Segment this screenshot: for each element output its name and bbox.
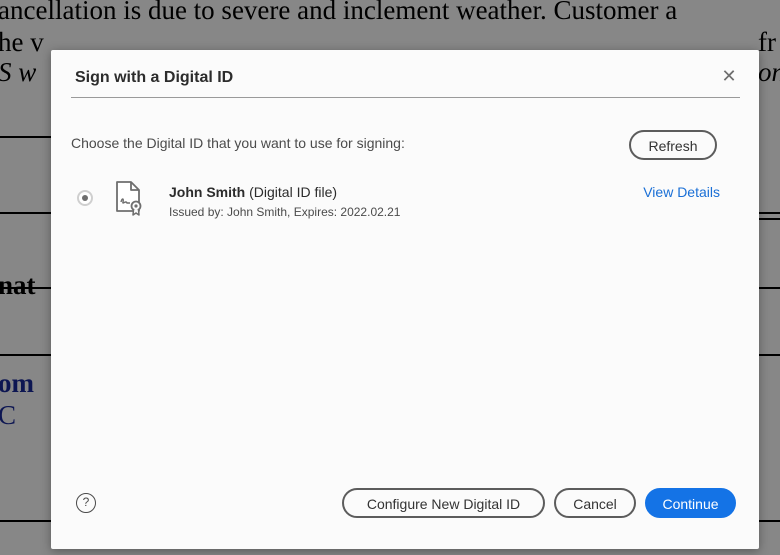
sign-digital-id-dialog: Sign with a Digital ID ✕ Choose the Digi… bbox=[51, 50, 759, 549]
refresh-button[interactable]: Refresh bbox=[629, 130, 717, 160]
digital-id-name: John Smith bbox=[169, 184, 246, 200]
title-divider bbox=[71, 97, 740, 98]
digital-id-radio[interactable] bbox=[77, 190, 93, 206]
configure-new-digital-id-button[interactable]: Configure New Digital ID bbox=[342, 488, 545, 518]
digital-id-row[interactable]: John Smith (Digital ID file) Issued by: … bbox=[71, 180, 739, 230]
digital-id-title: John Smith (Digital ID file) bbox=[169, 184, 337, 200]
close-icon[interactable]: ✕ bbox=[717, 65, 741, 89]
view-details-link[interactable]: View Details bbox=[643, 184, 720, 200]
cancel-button[interactable]: Cancel bbox=[554, 488, 636, 518]
digital-id-issuer: Issued by: John Smith, Expires: 2022.02.… bbox=[169, 205, 401, 219]
instruction-text: Choose the Digital ID that you want to u… bbox=[71, 135, 405, 151]
dialog-title: Sign with a Digital ID bbox=[75, 69, 234, 86]
radio-selected-dot bbox=[82, 195, 88, 201]
digital-id-type: (Digital ID file) bbox=[249, 184, 338, 200]
continue-button[interactable]: Continue bbox=[645, 488, 736, 518]
certificate-file-icon bbox=[116, 181, 142, 216]
help-icon[interactable]: ? bbox=[76, 493, 96, 513]
